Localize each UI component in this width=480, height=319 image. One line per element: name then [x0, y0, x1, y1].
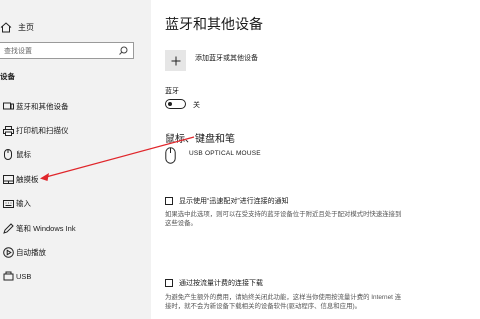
printer-icon [1, 125, 15, 137]
search-placeholder: 查找设置 [4, 47, 32, 55]
sidebar-item-autoplay[interactable]: 自动播放 [0, 240, 151, 264]
sidebar-item-printers[interactable]: 打印机和扫描仪 [0, 118, 151, 142]
sidebar-item-touchpad[interactable]: 触摸板 [0, 167, 151, 191]
sidebar-item-typing[interactable]: 输入 [0, 192, 151, 216]
sidebar-item-label: USB [16, 272, 32, 282]
add-device-label[interactable]: 添加蓝牙或其他设备 [195, 53, 258, 63]
swift-pair-label[interactable]: 显示使用“迅速配对”进行连接的通知 [179, 196, 289, 206]
sidebar-item-label: 打印机和扫描仪 [16, 126, 69, 136]
sidebar-item-pen[interactable]: 笔和 Windows Ink [0, 216, 151, 240]
sidebar-item-label: 触摸板 [16, 174, 39, 184]
main-content: 蓝牙和其他设备 添加蓝牙或其他设备 蓝牙 关 鼠标、键盘和笔 USB OPTIC… [151, 0, 480, 319]
home-nav-item[interactable]: 主页 [0, 18, 34, 36]
sidebar-item-bluetooth[interactable]: 蓝牙和其他设备 [0, 94, 151, 118]
section-title: 鼠标、键盘和笔 [165, 134, 235, 145]
sidebar-item-label: 输入 [16, 199, 31, 209]
keyboard-icon [1, 198, 15, 210]
metered-download-description: 为避免产生额外的费用，请始终关闭此功能，这样当你使用按流量计费的 Interne… [165, 294, 402, 310]
home-icon [0, 21, 12, 32]
bluetooth-toggle[interactable] [165, 99, 186, 109]
devices-section-title: 设备 [0, 72, 15, 81]
metered-download-checkbox[interactable] [165, 279, 173, 287]
pen-icon [1, 222, 15, 234]
plus-icon [171, 56, 180, 65]
home-label: 主页 [18, 22, 34, 32]
bluetooth-devices-icon [1, 100, 15, 112]
sidebar-item-label: 鼠标 [16, 150, 31, 160]
device-mouse-icon[interactable] [165, 147, 176, 164]
bluetooth-state-text: 关 [193, 102, 200, 109]
touchpad-icon [1, 173, 15, 185]
sidebar-nav: 蓝牙和其他设备 打印机和扫描仪 鼠标 触摸板 输入 笔和 Windows Ink… [0, 94, 151, 289]
metered-download-label[interactable]: 通过按流量计费的连接下载 [179, 278, 263, 288]
sidebar-item-label: 笔和 Windows Ink [16, 223, 76, 233]
usb-icon [1, 271, 15, 283]
sidebar-item-usb[interactable]: USB [0, 265, 151, 289]
page-title: 蓝牙和其他设备 [165, 16, 263, 32]
sidebar-item-label: 蓝牙和其他设备 [16, 101, 69, 111]
toggle-knob [168, 101, 172, 106]
settings-sidebar: 主页 查找设置 设备 蓝牙和其他设备 打印机和扫描仪 鼠标 触摸板 输入 笔和 … [0, 0, 151, 319]
device-name[interactable]: USB OPTICAL MOUSE [189, 150, 261, 157]
search-icon[interactable] [119, 46, 128, 55]
sidebar-item-mouse[interactable]: 鼠标 [0, 143, 151, 167]
bluetooth-label: 蓝牙 [165, 88, 179, 95]
search-settings-input[interactable]: 查找设置 [0, 42, 134, 59]
sidebar-item-label: 自动播放 [16, 248, 46, 258]
mouse-icon [1, 149, 15, 161]
swift-pair-checkbox[interactable] [165, 197, 173, 205]
add-device-button[interactable] [165, 50, 186, 71]
autoplay-icon [1, 247, 15, 259]
swift-pair-description: 如果选中此选项，则可以在受支持的蓝牙设备位于附近且处于配对模式时快速连接到这些设… [165, 211, 402, 227]
